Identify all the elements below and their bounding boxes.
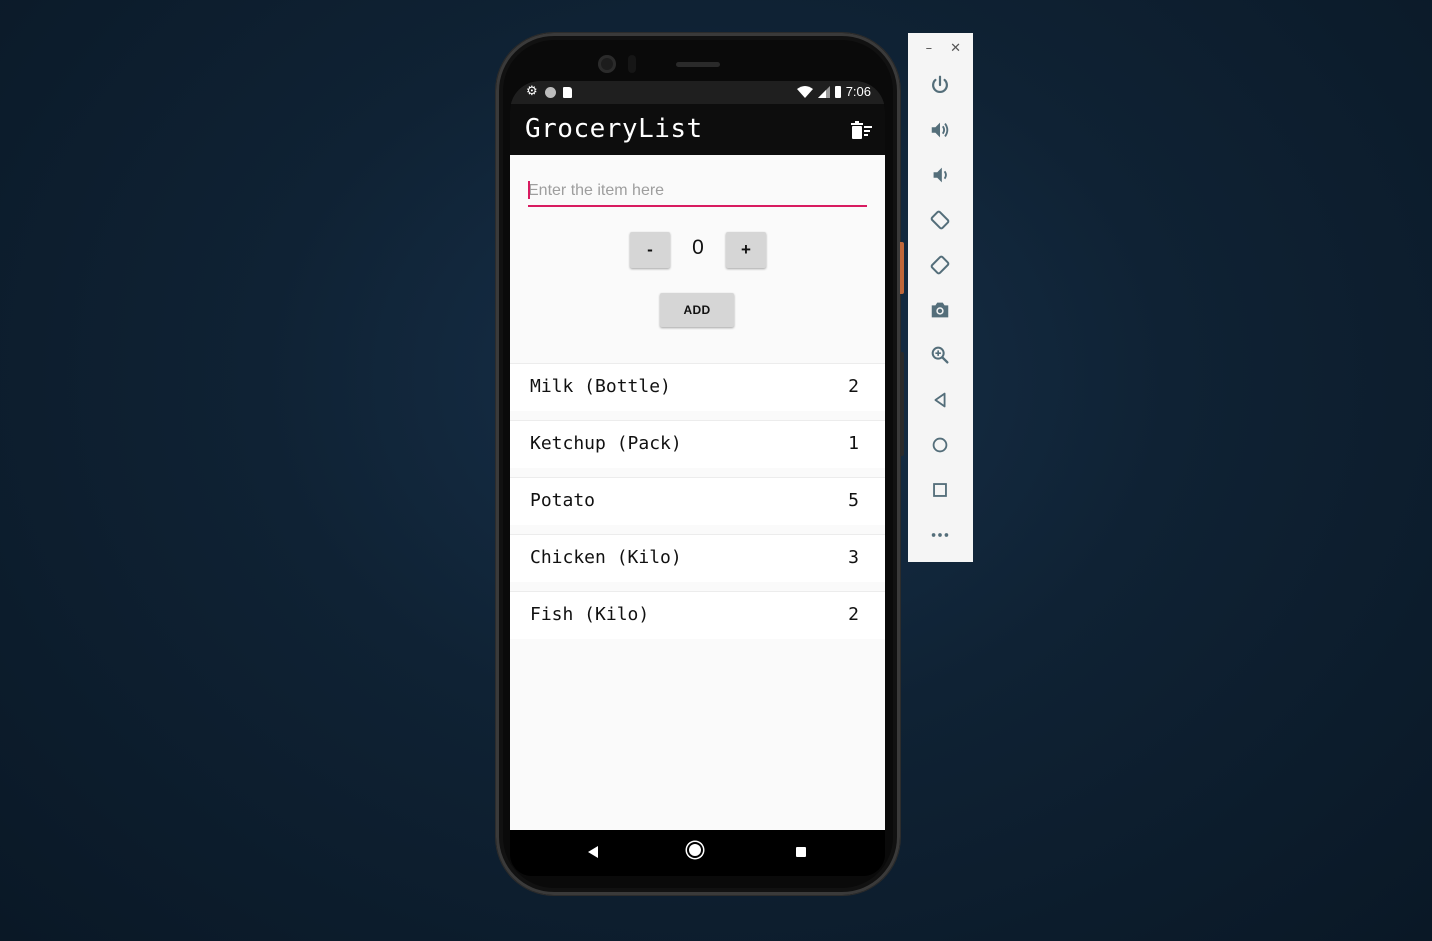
volume-up-icon[interactable] [928,118,952,142]
item-name: Fish (Kilo) [530,604,650,625]
item-name: Milk (Bottle) [530,376,671,397]
app-title: GroceryList [525,114,703,144]
more-icon[interactable] [928,523,952,547]
proximity-sensor [628,55,636,73]
power-side-button [900,242,904,294]
zoom-icon[interactable] [928,343,952,367]
navigation-bar [510,830,885,876]
wifi-icon [796,85,813,98]
app-bar: GroceryList [510,104,885,155]
text-caret [528,181,530,199]
list-item[interactable]: Fish (Kilo) 2 [510,591,885,639]
increment-button[interactable]: + [726,232,766,268]
list-item[interactable]: Chicken (Kilo) 3 [510,534,885,582]
list-item[interactable]: Potato 5 [510,477,885,525]
rotate-left-icon[interactable] [928,208,952,232]
overview-icon[interactable] [928,478,952,502]
battery-icon [834,85,841,98]
quantity-stepper: - 0 + [630,232,767,270]
close-icon[interactable]: ✕ [950,41,961,56]
list-item[interactable]: Milk (Bottle) 2 [510,363,885,411]
volume-side-button [900,352,904,456]
home-icon[interactable] [928,433,952,457]
item-count: 5 [848,490,859,511]
phone-screen: ⚙ 7:06 GroceryList Enter the item here -… [510,81,885,876]
status-bar: ⚙ 7:06 [510,81,885,104]
decrement-button[interactable]: - [630,232,670,268]
item-count: 3 [848,547,859,568]
item-name: Ketchup (Pack) [530,433,682,454]
list-item[interactable]: Ketchup (Pack) 1 [510,420,885,468]
sd-card-icon [562,86,572,98]
item-name: Potato [530,490,596,511]
home-icon[interactable] [689,844,701,856]
main-content: - 0 + ADD Milk (Bottle) 2 Ketchup (Pack)… [510,155,885,830]
power-icon[interactable] [928,73,952,97]
back-icon[interactable] [588,846,598,858]
camera-icon[interactable] [928,298,952,322]
earpiece-speaker [676,62,720,67]
circle-icon [544,86,556,98]
front-camera [598,55,616,73]
rotate-right-icon[interactable] [928,253,952,277]
settings-icon: ⚙ [526,84,538,99]
item-count: 2 [848,604,859,625]
minimize-icon[interactable]: – [926,41,933,56]
clock: 7:06 [845,84,871,99]
back-icon[interactable] [928,388,952,412]
emulator-toolbar: – ✕ [908,33,973,562]
recents-icon[interactable] [796,847,806,857]
item-name-input[interactable] [528,177,867,207]
volume-down-icon[interactable] [928,163,952,187]
add-button[interactable]: ADD [660,293,734,327]
item-count: 1 [848,433,859,454]
item-count: 2 [848,376,859,397]
item-input-wrapper [528,177,867,207]
delete-sweep-icon[interactable] [851,120,873,140]
quantity-value: 0 [692,236,704,259]
signal-icon [817,85,830,98]
item-name: Chicken (Kilo) [530,547,682,568]
